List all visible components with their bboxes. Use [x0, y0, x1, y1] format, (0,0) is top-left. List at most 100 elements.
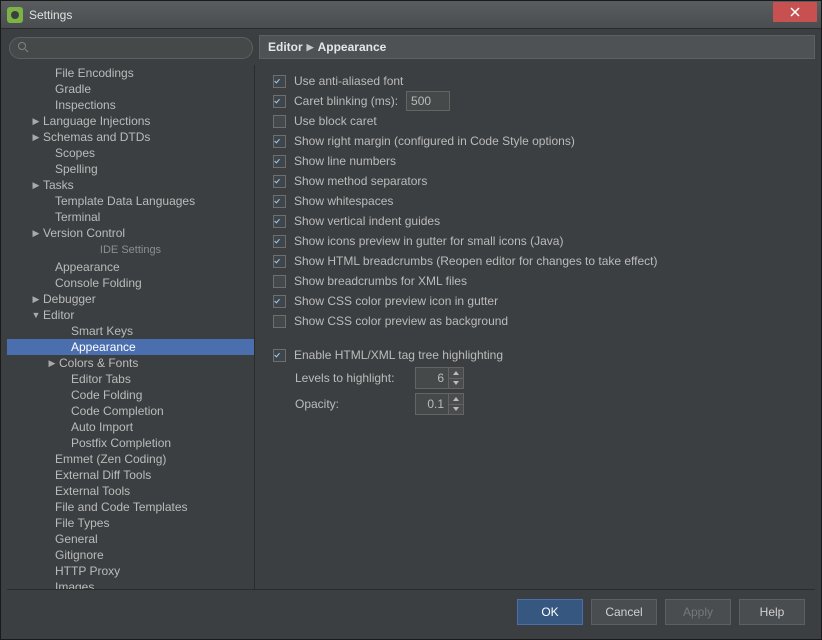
checkbox[interactable] [273, 115, 286, 128]
tree-item[interactable]: ▶Colors & Fonts [7, 355, 254, 371]
checkbox[interactable] [273, 135, 286, 148]
tree-item-label: Debugger [43, 291, 96, 307]
tree-item[interactable]: ▶File and Code Templates [7, 499, 254, 515]
chevron-right-icon[interactable]: ▶ [31, 129, 41, 145]
levels-spinner[interactable] [415, 367, 464, 389]
tree-item-label: Smart Keys [71, 323, 133, 339]
tree-item[interactable]: ▶Appearance [7, 259, 254, 275]
dialog-body: ▶File Encodings▶Gradle▶Inspections▶Langu… [1, 29, 821, 639]
tree-item-label: File and Code Templates [55, 499, 188, 515]
tree-item-label: Code Folding [71, 387, 142, 403]
tree-item[interactable]: ▶Code Folding [7, 387, 254, 403]
option-row: Show method separators [273, 171, 801, 191]
option-row: Show right margin (configured in Code St… [273, 131, 801, 151]
tree-item-label: Editor [43, 307, 74, 323]
tree-item[interactable]: ▶Debugger [7, 291, 254, 307]
tree-item-label: Inspections [55, 97, 116, 113]
spinner-down-icon[interactable] [449, 405, 463, 415]
tree-item[interactable]: ▶Auto Import [7, 419, 254, 435]
tree-item[interactable]: ▼Editor [7, 307, 254, 323]
option-label: Show icons preview in gutter for small i… [294, 234, 563, 248]
opacity-spinner[interactable] [415, 393, 464, 415]
breadcrumb-root: Editor [268, 40, 303, 54]
checkbox[interactable] [273, 315, 286, 328]
tree-item-label: HTTP Proxy [55, 563, 120, 579]
ok-button[interactable]: OK [517, 599, 583, 625]
tree-item[interactable]: ▶Spelling [7, 161, 254, 177]
tree-item[interactable]: ▶Template Data Languages [7, 193, 254, 209]
tree-item-label: Gitignore [55, 547, 104, 563]
option-label: Show breadcrumbs for XML files [294, 274, 467, 288]
tree-item[interactable]: ▶Appearance [7, 339, 254, 355]
tree-item[interactable]: ▶Postfix Completion [7, 435, 254, 451]
chevron-down-icon[interactable]: ▼ [31, 307, 41, 323]
option-tag-tree: Enable HTML/XML tag tree highlighting [273, 345, 801, 365]
option-label: Show line numbers [294, 154, 396, 168]
tree-item[interactable]: ▶Smart Keys [7, 323, 254, 339]
tree-item-label: File Encodings [55, 65, 134, 81]
spinner-up-icon[interactable] [449, 394, 463, 405]
chevron-right-icon[interactable]: ▶ [31, 291, 41, 307]
checkbox[interactable] [273, 95, 286, 108]
tree-item[interactable]: ▶Scopes [7, 145, 254, 161]
option-label: Show HTML breadcrumbs (Reopen editor for… [294, 254, 658, 268]
tree-item[interactable]: ▶File Types [7, 515, 254, 531]
tree-item[interactable]: ▶Tasks [7, 177, 254, 193]
tree-item-label: Console Folding [55, 275, 142, 291]
checkbox[interactable] [273, 255, 286, 268]
checkbox[interactable] [273, 175, 286, 188]
tree-item[interactable]: ▶Gitignore [7, 547, 254, 563]
tree-item[interactable]: ▶External Diff Tools [7, 467, 254, 483]
tree-item[interactable]: ▶Version Control [7, 225, 254, 241]
opacity-input[interactable] [415, 393, 449, 415]
search-input[interactable] [9, 37, 253, 59]
option-row: Show vertical indent guides [273, 211, 801, 231]
checkbox[interactable] [273, 275, 286, 288]
chevron-right-icon[interactable]: ▶ [31, 225, 41, 241]
checkbox[interactable] [273, 295, 286, 308]
help-button[interactable]: Help [739, 599, 805, 625]
tree-item[interactable]: ▶Language Injections [7, 113, 254, 129]
search-wrap [7, 35, 255, 65]
cancel-button[interactable]: Cancel [591, 599, 657, 625]
tree-item-label: Editor Tabs [71, 371, 131, 387]
spinner-up-icon[interactable] [449, 368, 463, 379]
window-title: Settings [29, 8, 773, 22]
columns: ▶File Encodings▶Gradle▶Inspections▶Langu… [7, 35, 815, 589]
levels-input[interactable] [415, 367, 449, 389]
checkbox[interactable] [273, 215, 286, 228]
chevron-right-icon[interactable]: ▶ [47, 355, 57, 371]
tree-item[interactable]: ▶External Tools [7, 483, 254, 499]
tree-item[interactable]: ▶Console Folding [7, 275, 254, 291]
checkbox[interactable] [273, 155, 286, 168]
right-column: Editor ▶ Appearance Use anti-aliased fon… [259, 35, 815, 589]
tree-item[interactable]: ▶Editor Tabs [7, 371, 254, 387]
settings-tree[interactable]: ▶File Encodings▶Gradle▶Inspections▶Langu… [7, 65, 255, 589]
chevron-right-icon[interactable]: ▶ [31, 113, 41, 129]
window-close-button[interactable] [773, 2, 817, 22]
search-icon [17, 41, 29, 53]
checkbox[interactable] [273, 195, 286, 208]
tree-item[interactable]: ▶Schemas and DTDs [7, 129, 254, 145]
tree-item[interactable]: ▶Gradle [7, 81, 254, 97]
tree-item-label: Images [55, 579, 94, 589]
checkbox[interactable] [273, 235, 286, 248]
option-label: Show CSS color preview icon in gutter [294, 294, 498, 308]
chevron-right-icon[interactable]: ▶ [31, 177, 41, 193]
tree-item[interactable]: ▶Code Completion [7, 403, 254, 419]
spinner-down-icon[interactable] [449, 379, 463, 389]
tree-item[interactable]: ▶Images [7, 579, 254, 589]
tree-item[interactable]: ▶File Encodings [7, 65, 254, 81]
checkbox[interactable] [273, 75, 286, 88]
tree-item[interactable]: ▶General [7, 531, 254, 547]
caret-blink-input[interactable] [406, 91, 450, 111]
option-row: Show CSS color preview as background [273, 311, 801, 331]
tree-item[interactable]: ▶Inspections [7, 97, 254, 113]
tree-item[interactable]: ▶HTTP Proxy [7, 563, 254, 579]
opacity-label: Opacity: [295, 397, 405, 411]
tree-item[interactable]: ▶Terminal [7, 209, 254, 225]
apply-button[interactable]: Apply [665, 599, 731, 625]
checkbox-tag-tree[interactable] [273, 349, 286, 362]
tree-item[interactable]: ▶Emmet (Zen Coding) [7, 451, 254, 467]
settings-window: Settings ▶File Encodings▶Gradle▶Inspecti… [0, 0, 822, 640]
